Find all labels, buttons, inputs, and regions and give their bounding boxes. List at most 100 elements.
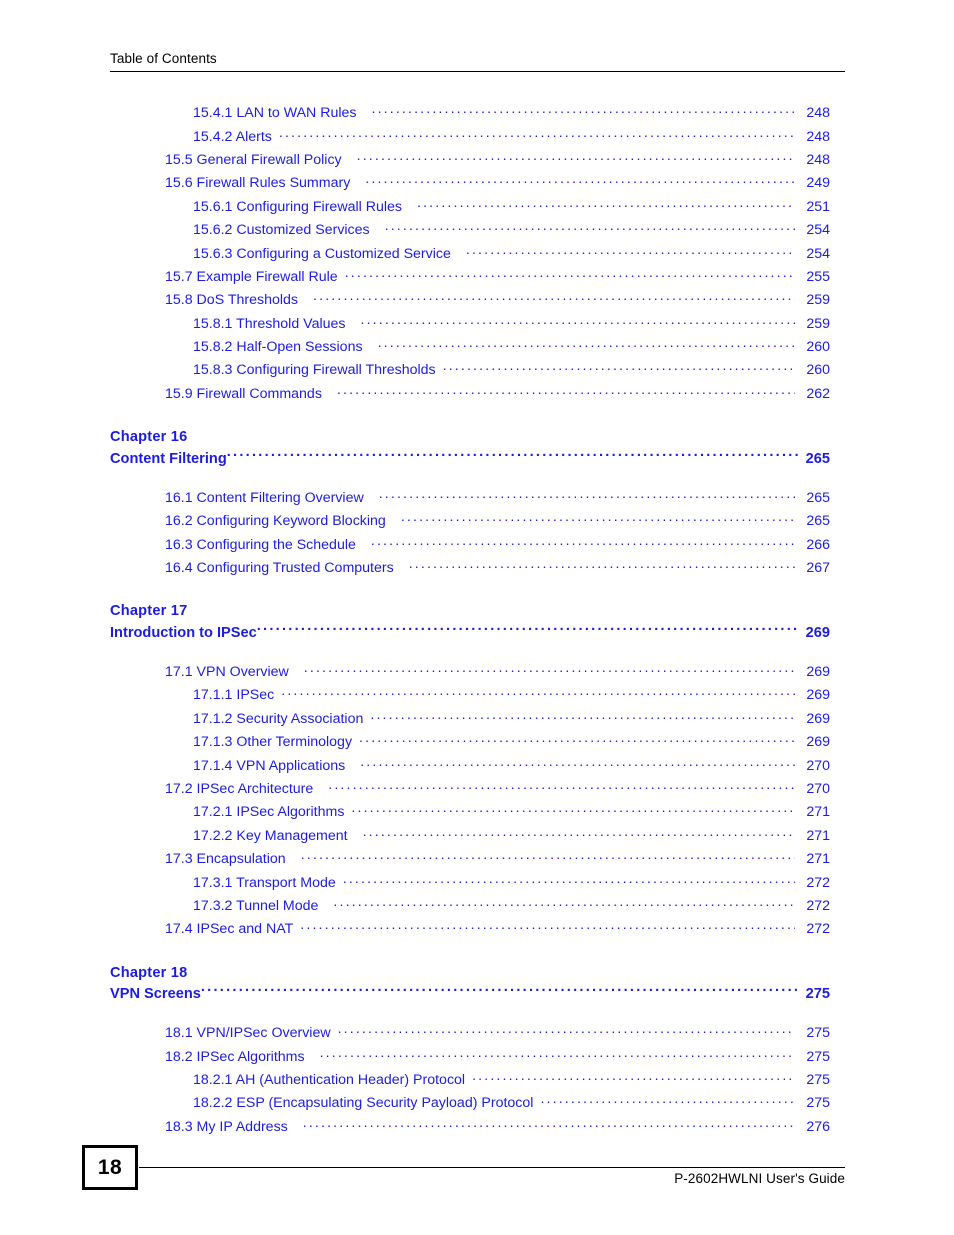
toc-group: Chapter 18VPN Screens275 18.1 VPN/IPSec O…	[0, 943, 954, 1141]
toc-entry[interactable]: 15.8 DoS Thresholds 259	[0, 290, 954, 313]
toc-entry-label: 15.8.2 Half-Open Sessions	[193, 339, 363, 356]
toc-entry-label: 17.3.2 Tunnel Mode	[193, 897, 319, 914]
toc-entry[interactable]: 18.1 VPN/IPSec Overview 275	[0, 1023, 954, 1046]
toc-entry-label: 18.2.2 ESP (Encapsulating Security Paylo…	[193, 1095, 534, 1112]
toc-entry[interactable]: 15.9 Firewall Commands 262	[0, 384, 954, 407]
dot-leader	[301, 849, 795, 863]
dot-leader	[337, 384, 795, 398]
toc-entry-label: 15.6 Firewall Rules Summary	[165, 175, 351, 192]
toc-entry-label: 17.3.1 Transport Mode	[193, 874, 336, 891]
toc-entry[interactable]: 15.4.1 LAN to WAN Rules 248	[0, 103, 954, 126]
toc-page: Table of Contents 15.4.1 LAN to WAN Rule…	[0, 0, 954, 1235]
toc-entry-page-number: 271	[806, 804, 830, 821]
toc-entry[interactable]: 16.3 Configuring the Schedule 266	[0, 534, 954, 557]
toc-entry[interactable]: 18.2.2 ESP (Encapsulating Security Paylo…	[0, 1093, 954, 1116]
dot-leader	[345, 267, 795, 281]
chapter-heading[interactable]: Chapter 16 Content Filtering 265	[0, 427, 954, 470]
toc-entry[interactable]: 15.6.2 Customized Services 254	[0, 220, 954, 243]
toc-entry[interactable]: 15.8.1 Threshold Values 259	[0, 314, 954, 337]
toc-entry-page-number: 275	[806, 1072, 830, 1089]
toc-entry-label: 15.4.1 LAN to WAN Rules	[193, 105, 357, 122]
dot-leader	[466, 243, 795, 257]
toc-entry-label: 17.1.1 IPSec	[193, 687, 275, 704]
toc-entry[interactable]: 17.1.2 Security Association 269	[0, 709, 954, 732]
chapter-heading[interactable]: Chapter 17 Introduction to IPSec 269	[0, 601, 954, 644]
toc-entry-page-number: 254	[806, 245, 830, 262]
chapter-heading[interactable]: Chapter 18 VPN Screens 275	[0, 963, 954, 1006]
dot-leader	[385, 220, 795, 234]
toc-entry-page-number: 269	[806, 664, 830, 681]
toc-entry[interactable]: 17.1 VPN Overview 269	[0, 662, 954, 685]
running-header: Table of Contents	[110, 50, 845, 72]
dot-leader	[371, 534, 795, 548]
chapter-number: Chapter 17	[110, 603, 188, 620]
toc-entry[interactable]: 15.5 General Firewall Policy 248	[0, 150, 954, 173]
toc-entry[interactable]: 17.2 IPSec Architecture 270	[0, 779, 954, 802]
toc-entry[interactable]: 17.1.1 IPSec 269	[0, 685, 954, 708]
toc-entry-label: 15.5 General Firewall Policy	[165, 151, 342, 168]
toc-entry-label: 17.2.2 Key Management	[193, 827, 348, 844]
toc-entry-page-number: 266	[806, 536, 830, 553]
toc-entry-page-number: 271	[806, 851, 830, 868]
toc-entry[interactable]: 15.6.1 Configuring Firewall Rules 251	[0, 197, 954, 220]
toc-entry[interactable]: 15.4.2 Alerts 248	[0, 126, 954, 149]
dot-leader	[472, 1070, 795, 1084]
toc-entry-page-number: 269	[806, 734, 830, 751]
dot-leader	[401, 511, 795, 525]
toc-entry-page-number: 269	[806, 687, 830, 704]
toc-entry[interactable]: 15.8.2 Half-Open Sessions 260	[0, 337, 954, 360]
toc-entry[interactable]: 17.2.1 IPSec Algorithms 271	[0, 802, 954, 825]
chapter-number: Chapter 16	[110, 429, 188, 446]
toc-entry-page-number: 276	[806, 1118, 830, 1135]
toc-entry[interactable]: 18.2 IPSec Algorithms 275	[0, 1047, 954, 1070]
toc-entry-page-number: 248	[806, 151, 830, 168]
toc-entry-page-number: 262	[806, 385, 830, 402]
toc-entry-page-number: 270	[806, 757, 830, 774]
toc-entry-page-number: 265	[806, 513, 830, 530]
chapter-page-number: 275	[805, 986, 830, 1003]
dot-leader	[361, 314, 796, 328]
toc-entry[interactable]: 18.3 My IP Address 276	[0, 1117, 954, 1140]
toc-entry-label: 15.8 DoS Thresholds	[165, 292, 299, 309]
toc-entry[interactable]: 17.3.2 Tunnel Mode 272	[0, 896, 954, 919]
toc-entry[interactable]: 15.8.3 Configuring Firewall Thresholds 26…	[0, 360, 954, 383]
chapter-page-number: 269	[805, 624, 830, 641]
toc-entry-label: 17.4 IPSec and NAT	[165, 921, 294, 938]
toc-group: Chapter 16Content Filtering265 16.1 Conte…	[0, 407, 954, 581]
dot-leader	[257, 622, 800, 637]
toc-entry[interactable]: 15.6.3 Configuring a Customized Service 2…	[0, 243, 954, 266]
toc-entry-label: 15.6.2 Customized Services	[193, 222, 370, 239]
toc-entry-page-number: 259	[806, 315, 830, 332]
toc-entry[interactable]: 17.1.3 Other Terminology 269	[0, 732, 954, 755]
toc-entry[interactable]: 18.2.1 AH (Authentication Header) Protoc…	[0, 1070, 954, 1093]
toc-entry-label: 16.2 Configuring Keyword Blocking	[165, 513, 386, 530]
dot-leader	[227, 448, 800, 463]
toc-entry[interactable]: 16.1 Content Filtering Overview 265	[0, 488, 954, 511]
toc-entry-page-number: 251	[806, 198, 830, 215]
toc-entry-label: 17.1.3 Other Terminology	[193, 734, 353, 751]
toc-entry[interactable]: 16.4 Configuring Trusted Computers 267	[0, 558, 954, 581]
toc-entry[interactable]: 15.7 Example Firewall Rule 255	[0, 267, 954, 290]
dot-leader	[363, 826, 795, 840]
toc-entry[interactable]: 17.4 IPSec and NAT 272	[0, 919, 954, 942]
toc-entry-label: 16.1 Content Filtering Overview	[165, 489, 364, 506]
page-number: 18	[97, 1155, 123, 1179]
chapter-title: Introduction to IPSec	[110, 624, 257, 641]
toc-entry[interactable]: 17.2.2 Key Management 271	[0, 826, 954, 849]
toc-entry[interactable]: 16.2 Configuring Keyword Blocking 265	[0, 511, 954, 534]
chapter-number: Chapter 18	[110, 964, 188, 981]
toc-entry-page-number: 267	[806, 560, 830, 577]
dot-leader	[365, 173, 795, 187]
toc-entry-page-number: 270	[806, 780, 830, 797]
toc-entry[interactable]: 17.3 Encapsulation 271	[0, 849, 954, 872]
toc-entry[interactable]: 17.1.4 VPN Applications 270	[0, 755, 954, 778]
toc-entry[interactable]: 15.6 Firewall Rules Summary 249	[0, 173, 954, 196]
toc-entry-label: 16.3 Configuring the Schedule	[165, 536, 356, 553]
toc-entry[interactable]: 17.3.1 Transport Mode 272	[0, 872, 954, 895]
toc-entry-page-number: 269	[806, 710, 830, 727]
dot-leader	[370, 709, 795, 723]
toc-entry-label: 15.7 Example Firewall Rule	[165, 268, 338, 285]
